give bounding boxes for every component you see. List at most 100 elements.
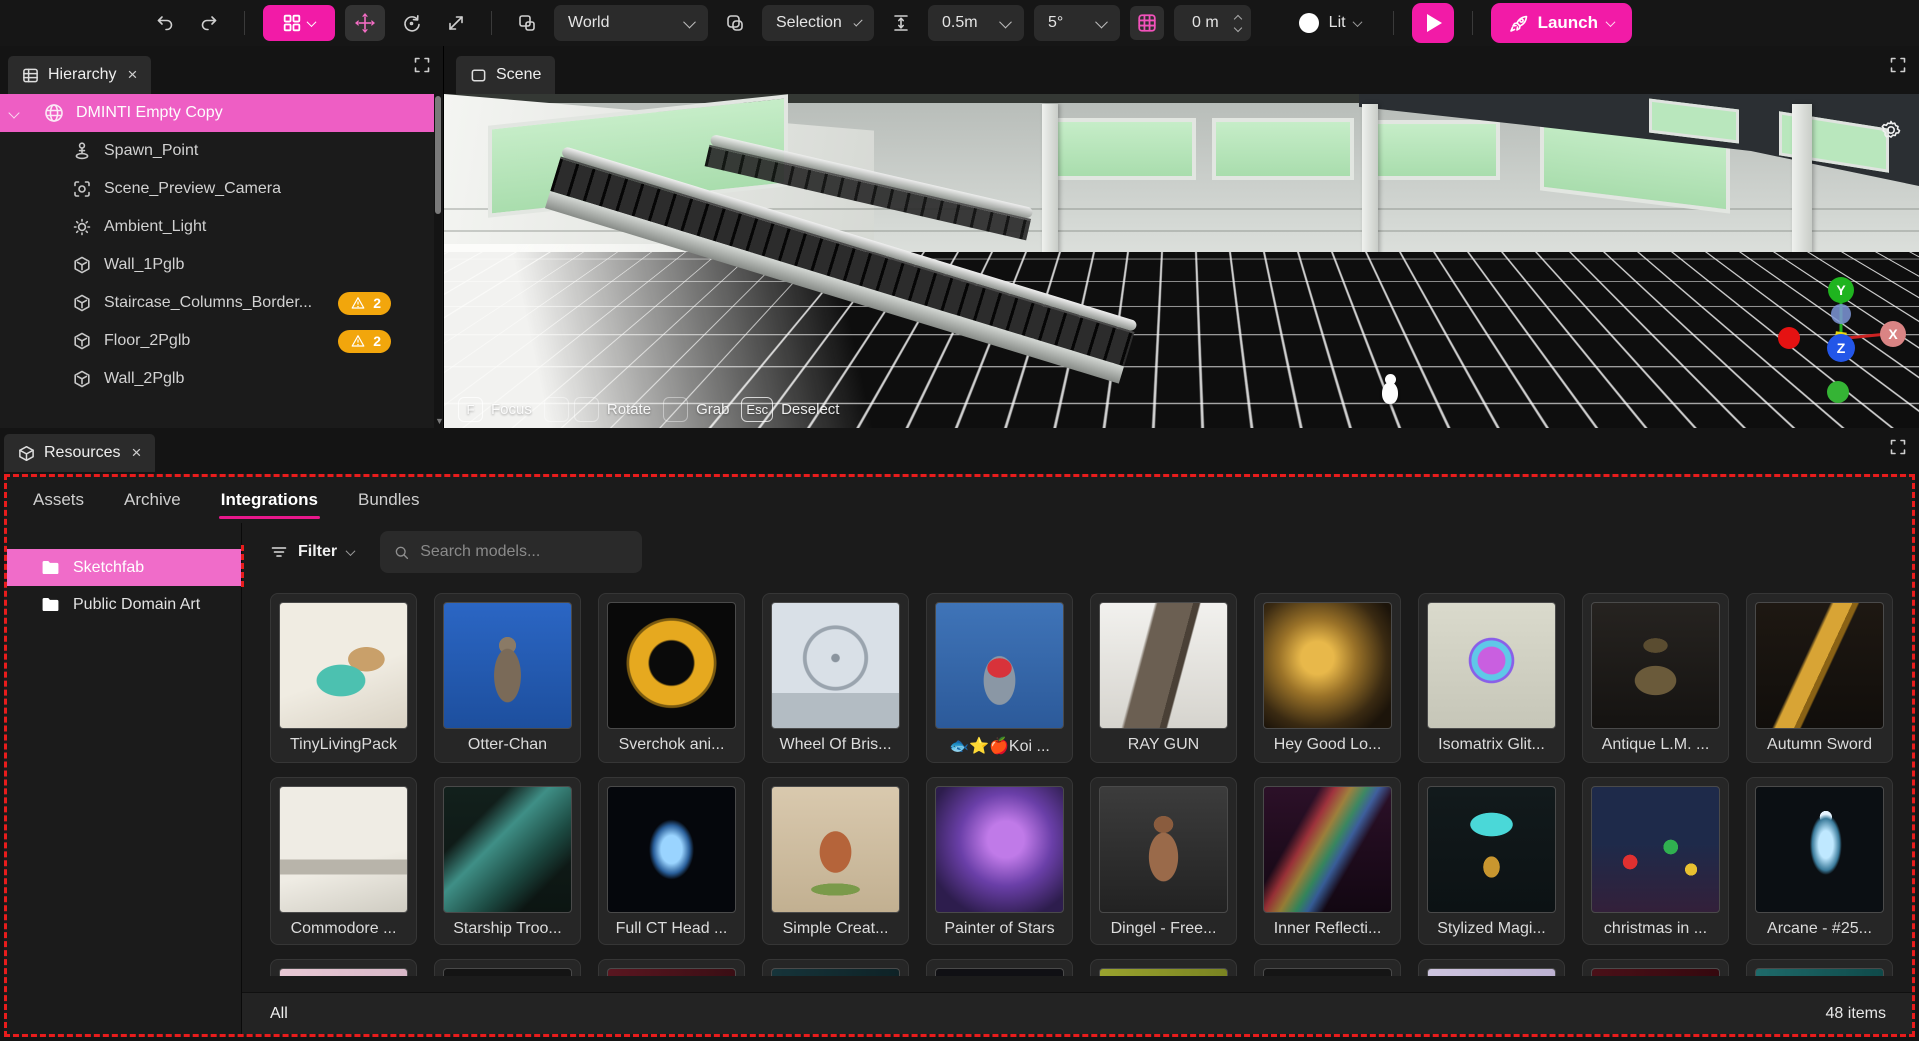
model-card[interactable]: Antique L.M. ...	[1582, 593, 1729, 763]
asset-library-button[interactable]	[263, 5, 335, 41]
resources-tab-assets[interactable]: Assets	[31, 479, 86, 521]
close-icon[interactable]: ×	[131, 443, 141, 463]
stepper-arrows[interactable]	[1235, 16, 1241, 31]
hierarchy-item[interactable]: Wall_1Pglb	[0, 246, 443, 284]
hierarchy-item[interactable]: Floor_2Pglb 2	[0, 322, 443, 360]
hierarchy-item-label: Ambient_Light	[104, 218, 206, 236]
model-card[interactable]	[1254, 959, 1401, 976]
model-card[interactable]: Painter of Stars	[926, 777, 1073, 945]
scene-viewport[interactable]: F Focus Rotate Grab Esc Deselect X Y	[444, 94, 1919, 428]
hierarchy-scrollbar[interactable]: ▼	[434, 94, 442, 428]
hierarchy-item[interactable]: Ambient_Light	[0, 208, 443, 246]
resources-tab-integrations[interactable]: Integrations	[219, 479, 320, 521]
expand-panel-icon[interactable]	[413, 56, 431, 74]
search-models-box[interactable]	[380, 531, 642, 573]
filter-label: Filter	[298, 543, 337, 561]
hierarchy-item[interactable]: Scene_Preview_Camera	[0, 170, 443, 208]
axis-gizmo[interactable]: X Y Z	[1771, 270, 1911, 420]
model-card[interactable]: Stylized Magi...	[1418, 777, 1565, 945]
hierarchy-item[interactable]: Spawn_Point	[0, 132, 443, 170]
hierarchy-item[interactable]: Staircase_Columns_Border... 2	[0, 284, 443, 322]
model-card[interactable]: RAY GUN	[1090, 593, 1237, 763]
duplicate-button[interactable]	[510, 6, 544, 40]
selection-mode-value: Selection	[776, 14, 842, 32]
model-card[interactable]: Otter-Chan	[434, 593, 581, 763]
editor-window: World Selection 0.5m 5° 0 m	[0, 0, 1919, 1041]
model-card[interactable]: Autumn Sword	[1746, 593, 1893, 763]
hierarchy-icon	[22, 67, 39, 84]
model-card[interactable]: Starship Troo...	[434, 777, 581, 945]
transform-space-select[interactable]: World	[554, 5, 708, 41]
footer-filter-all[interactable]: All	[270, 1005, 288, 1023]
model-card[interactable]: Isomatrix Glit...	[1418, 593, 1565, 763]
model-card[interactable]: Full CT Head ...	[598, 777, 745, 945]
selection-mode-select[interactable]: Selection	[762, 5, 874, 41]
model-thumbnail	[1263, 602, 1392, 729]
model-card[interactable]: Sverchok ani...	[598, 593, 745, 763]
expand-panel-icon[interactable]	[1889, 56, 1907, 74]
elevation-stepper[interactable]: 0 m	[1174, 5, 1251, 41]
pivot-mode-button[interactable]	[718, 6, 752, 40]
model-card[interactable]: 🐟⭐🍎Koi ...	[926, 593, 1073, 763]
integration-folder[interactable]: Sketchfab	[7, 549, 241, 586]
hierarchy-root-item[interactable]: DMINTI Empty Copy	[0, 94, 435, 132]
close-icon[interactable]: ×	[127, 65, 137, 85]
rotate-tool-button[interactable]	[395, 6, 429, 40]
model-card[interactable]	[926, 959, 1073, 976]
model-card[interactable]: Wheel Of Bris...	[762, 593, 909, 763]
play-button[interactable]	[1412, 3, 1454, 43]
warning-badge[interactable]: 2	[338, 330, 391, 353]
integration-folder[interactable]: Public Domain Art	[7, 586, 241, 623]
search-input[interactable]	[420, 543, 628, 561]
model-card[interactable]: Arcane - #25...	[1746, 777, 1893, 945]
model-card[interactable]: TinyLivingPack	[270, 593, 417, 763]
snap-vertical-button[interactable]	[884, 6, 918, 40]
tab-hierarchy[interactable]: Hierarchy ×	[8, 56, 151, 94]
chevron-expanded-icon[interactable]	[8, 107, 19, 118]
move-tool-button[interactable]	[345, 5, 385, 41]
model-card[interactable]: Dingel - Free...	[1090, 777, 1237, 945]
model-card[interactable]	[1090, 959, 1237, 976]
rotate-snap-select[interactable]: 5°	[1034, 5, 1120, 41]
model-card[interactable]	[434, 959, 581, 976]
model-card[interactable]: Commodore ...	[270, 777, 417, 945]
model-thumbnail	[279, 786, 408, 913]
launch-button[interactable]: Launch	[1491, 3, 1632, 43]
model-card[interactable]: Hey Good Lo...	[1254, 593, 1401, 763]
model-card[interactable]	[1418, 959, 1565, 976]
model-card[interactable]: Simple Creat...	[762, 777, 909, 945]
model-card[interactable]: Inner Reflecti...	[1254, 777, 1401, 945]
resources-tab-archive[interactable]: Archive	[122, 479, 183, 521]
models-grid: TinyLivingPack Otter-Chan Sverchok ani..…	[242, 581, 1912, 992]
resources-tab-bundles[interactable]: Bundles	[356, 479, 421, 521]
model-title: Antique L.M. ...	[1591, 736, 1720, 754]
expand-panel-icon[interactable]	[1889, 438, 1907, 456]
render-mode-select[interactable]: Lit	[1297, 11, 1361, 35]
models-footer: All 48 items	[242, 992, 1912, 1034]
model-title: Painter of Stars	[935, 920, 1064, 938]
warning-badge[interactable]: 2	[338, 292, 391, 315]
tab-resources[interactable]: Resources ×	[4, 434, 155, 472]
chevron-down-icon	[1606, 17, 1616, 27]
tab-scene[interactable]: Scene	[456, 56, 555, 94]
hierarchy-items: Spawn_Point Scene_Preview_Camera Ambient…	[0, 132, 443, 398]
hierarchy-item[interactable]: Wall_2Pglb	[0, 360, 443, 398]
model-card[interactable]	[1582, 959, 1729, 976]
undo-button[interactable]	[148, 6, 182, 40]
move-snap-select[interactable]: 0.5m	[928, 5, 1024, 41]
world-icon	[44, 103, 64, 123]
model-card[interactable]: christmas in ...	[1582, 777, 1729, 945]
model-card[interactable]	[762, 959, 909, 976]
grid-snap-button[interactable]	[1130, 6, 1164, 40]
viewport-settings-gear-icon[interactable]	[1879, 118, 1903, 142]
model-thumbnail	[443, 968, 572, 976]
filter-button[interactable]: Filter	[270, 543, 354, 561]
redo-button[interactable]	[192, 6, 226, 40]
model-card[interactable]	[270, 959, 417, 976]
model-card[interactable]	[598, 959, 745, 976]
hint-label: Rotate	[607, 401, 651, 418]
model-card[interactable]	[1746, 959, 1893, 976]
vertical-snap-icon	[891, 13, 911, 33]
scale-tool-button[interactable]	[439, 6, 473, 40]
model-title: Hey Good Lo...	[1263, 736, 1392, 754]
